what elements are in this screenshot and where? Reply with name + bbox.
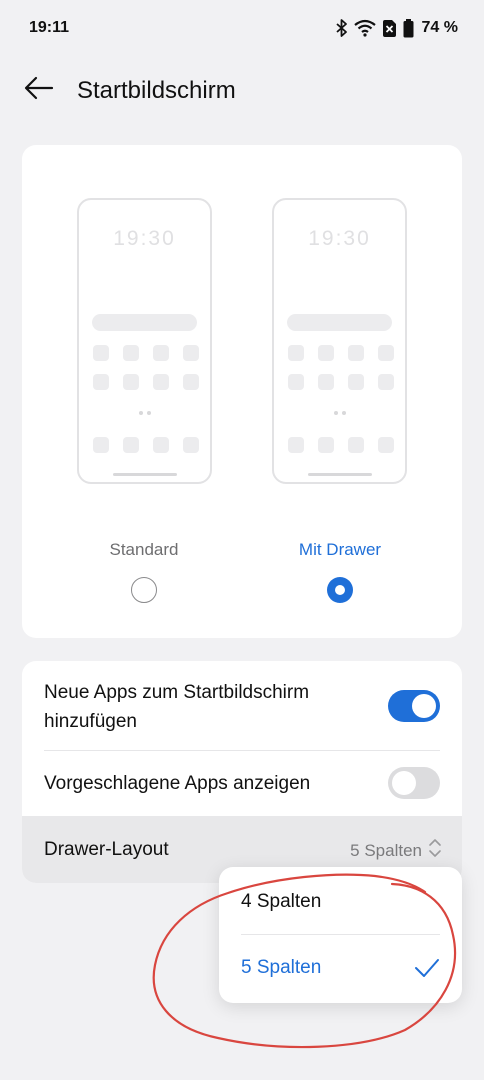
dropdown-option-5-columns[interactable]: 5 Spalten	[219, 935, 462, 1003]
checkmark-icon	[414, 957, 440, 984]
mock-home-bar	[308, 473, 372, 476]
battery-icon	[403, 18, 414, 38]
back-button[interactable]	[20, 74, 58, 106]
drawer-option-label: Mit Drawer	[298, 540, 382, 559]
suggested-apps-toggle[interactable]	[388, 767, 440, 799]
mock-clock: 19:30	[113, 227, 176, 250]
mock-home-bar	[113, 473, 177, 476]
add-new-apps-row[interactable]: Neue Apps zum Startbildschirm hinzufügen	[22, 661, 462, 751]
dropdown-option-label: 5 Spalten	[241, 957, 322, 978]
mock-clock: 19:30	[308, 227, 371, 250]
mock-page-dots	[79, 411, 210, 415]
standard-radio-button[interactable]	[131, 577, 157, 603]
mock-app-grid	[288, 345, 394, 390]
chevron-up-down-icon	[428, 837, 442, 864]
mock-search-bar	[287, 314, 392, 331]
battery-percent: 74 %	[421, 19, 458, 36]
standard-option-label: Standard	[109, 540, 179, 559]
home-screen-settings-page: 19:11 74 % Startbildschirm 19:30 19:30 S…	[0, 0, 484, 1080]
mock-dock	[93, 437, 199, 453]
dropdown-option-label: 4 Spalten	[241, 891, 322, 912]
status-bar: 19:11 74 %	[0, 0, 484, 58]
page-title: Startbildschirm	[77, 77, 236, 104]
drawer-layout-value[interactable]: 5 Spalten	[350, 837, 442, 864]
suggested-apps-label: Vorgeschlagene Apps anzeigen	[44, 773, 311, 794]
drawer-layout-preview[interactable]: 19:30	[272, 198, 407, 484]
drawer-layout-value-text: 5 Spalten	[350, 840, 422, 860]
suggested-apps-row[interactable]: Vorgeschlagene Apps anzeigen	[22, 751, 462, 816]
drawer-radio-button[interactable]	[327, 577, 353, 603]
settings-card: Neue Apps zum Startbildschirm hinzufügen…	[22, 661, 462, 883]
mock-app-grid	[93, 345, 199, 390]
bluetooth-icon	[335, 19, 348, 37]
no-sim-icon	[382, 19, 397, 38]
drawer-layout-label: Drawer-Layout	[44, 839, 169, 860]
add-new-apps-toggle[interactable]	[388, 690, 440, 722]
arrow-left-icon	[24, 76, 54, 105]
status-time: 19:11	[29, 19, 70, 36]
dropdown-option-4-columns[interactable]: 4 Spalten	[219, 867, 462, 935]
layout-preview-card: 19:30 19:30 Standard Mit Drawer	[22, 145, 462, 638]
add-new-apps-label: Neue Apps zum Startbildschirm hinzufügen	[44, 682, 310, 732]
mock-page-dots	[274, 411, 405, 415]
wifi-icon	[353, 19, 376, 37]
mock-dock	[288, 437, 394, 453]
mock-search-bar	[92, 314, 197, 331]
columns-dropdown-menu: 4 Spalten 5 Spalten	[219, 867, 462, 1003]
status-icons: 74 %	[335, 17, 458, 39]
standard-layout-preview[interactable]: 19:30	[77, 198, 212, 484]
